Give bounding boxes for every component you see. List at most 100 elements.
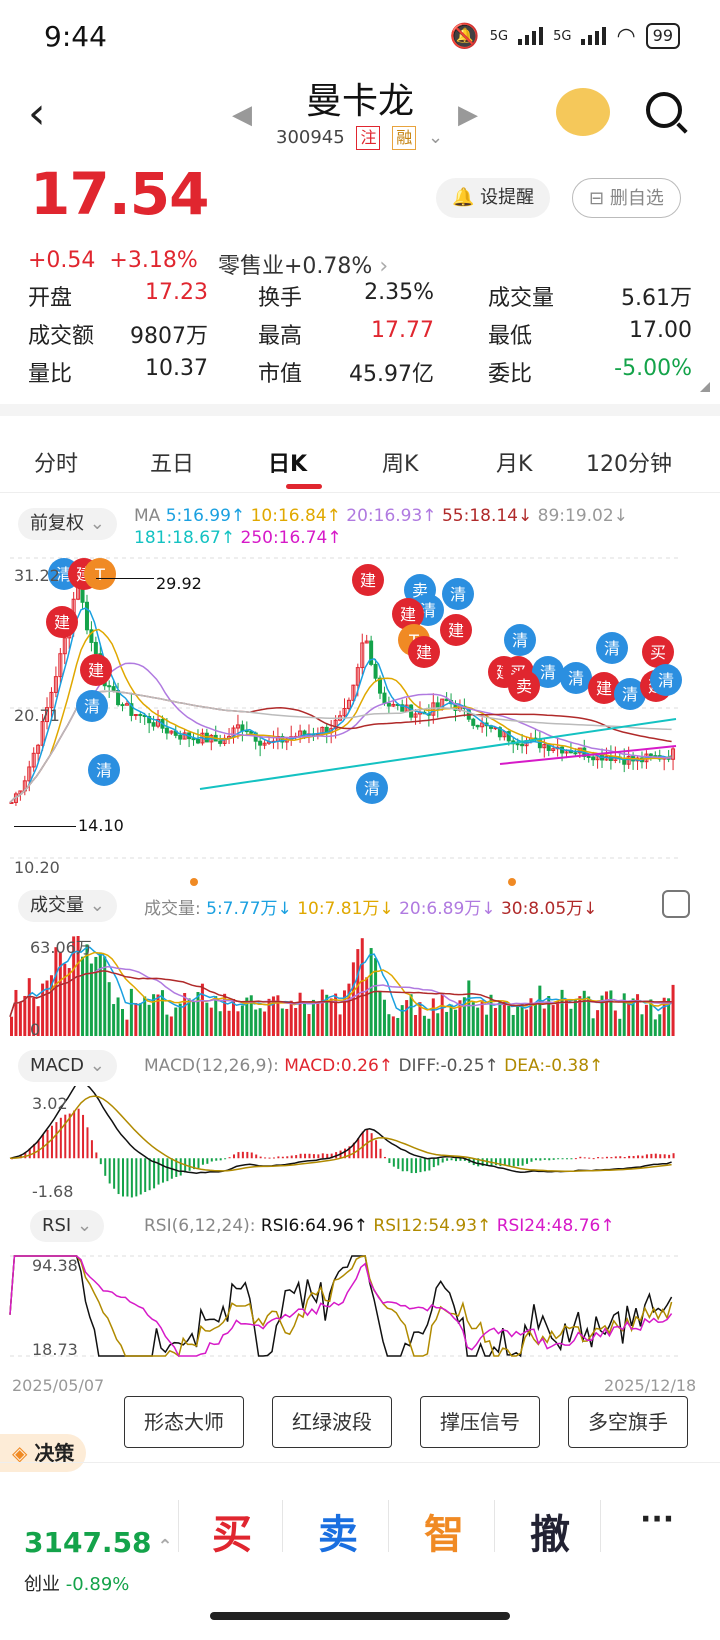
trade-marker[interactable]: 买	[642, 636, 674, 668]
trade-marker[interactable]: 建	[80, 654, 112, 686]
tool-button[interactable]: 红绿波段	[272, 1396, 392, 1448]
svg-text:建: 建	[54, 613, 70, 632]
volume-bar	[538, 985, 542, 1036]
tab-period[interactable]: 周K	[382, 446, 418, 478]
trade-marker[interactable]: T	[84, 558, 116, 590]
tab-period[interactable]: 五日	[150, 446, 194, 478]
volume-bar	[436, 1013, 440, 1036]
trade-marker[interactable]: 清	[504, 624, 536, 656]
macd-bar	[139, 1158, 142, 1195]
settings-icon[interactable]	[662, 890, 690, 918]
macd-bar	[286, 1156, 289, 1159]
status-bar: 9:44 🔕 5G 5G ◠ 99	[0, 0, 720, 80]
volume-bar	[485, 1014, 489, 1036]
tab-period[interactable]: 120分钟	[586, 446, 672, 478]
macd-chart[interactable]	[0, 1086, 720, 1206]
trade-marker[interactable]: 清	[650, 664, 682, 696]
stat-value: 9807万	[130, 324, 208, 349]
adjust-dropdown[interactable]: 前复权 ⌄	[18, 508, 117, 540]
svg-text:清: 清	[512, 631, 528, 650]
tab-period[interactable]: 日K	[268, 446, 307, 478]
stat-value: 45.97亿	[349, 362, 434, 387]
macd-bar	[370, 1133, 373, 1159]
index-value-text: 3147.58	[24, 1526, 152, 1559]
candle	[302, 730, 307, 736]
diff-value: DIFF:-0.25↑	[398, 1056, 499, 1076]
set-alert-label: 设提醒	[480, 187, 535, 208]
volume-bar	[258, 1008, 262, 1036]
rsi-dropdown[interactable]: RSI ⌄	[30, 1210, 105, 1242]
volume-bar	[254, 1009, 258, 1036]
more-button[interactable]: ···	[640, 1502, 674, 1537]
smart-button[interactable]: 智	[424, 1502, 464, 1560]
macd-bar	[446, 1158, 449, 1161]
set-alert-button[interactable]: 🔔 设提醒	[436, 178, 551, 218]
macd-bar	[130, 1158, 133, 1198]
buy-button[interactable]: 买	[212, 1502, 252, 1560]
macd-bar	[206, 1158, 209, 1164]
trade-marker[interactable]: 建	[440, 614, 472, 646]
tool-button[interactable]: 形态大师	[124, 1396, 244, 1448]
macd-bar	[410, 1158, 413, 1174]
macd-bar	[641, 1155, 644, 1159]
rsi-y-top: 94.38	[32, 1256, 78, 1275]
trade-marker[interactable]: 清	[442, 578, 474, 610]
tool-button[interactable]: 撑压信号	[420, 1396, 540, 1448]
macd-dropdown[interactable]: MACD ⌄	[18, 1050, 117, 1082]
tab-period[interactable]: 分时	[34, 446, 78, 478]
mascot-icon[interactable]	[556, 88, 610, 136]
volume-chart[interactable]	[0, 926, 720, 1046]
bell-icon: 🔔	[452, 187, 475, 208]
stat-value: 10.37	[145, 356, 208, 381]
ma-legend-row2: 181:18.67↑ 250:16.74↑	[134, 528, 342, 548]
remove-watchlist-button[interactable]: ⊟ 删自选	[572, 178, 681, 218]
trade-marker[interactable]: 清	[560, 662, 592, 694]
signal-bars-icon	[518, 27, 544, 45]
volume-bar	[445, 1011, 449, 1036]
stock-code-row[interactable]: 300945 注 融 ⌄	[276, 126, 443, 150]
trade-marker[interactable]: 建	[46, 606, 78, 638]
macd-bar	[419, 1158, 422, 1173]
trade-marker[interactable]: 清	[76, 690, 108, 722]
vol30-value: 30:8.05万↓	[500, 899, 598, 919]
index-value[interactable]: 3147.58 ⌃	[24, 1526, 173, 1559]
macd-bar	[610, 1157, 613, 1159]
macd-bar	[543, 1158, 546, 1160]
volume-bar	[414, 1014, 418, 1036]
kline-y-top: 31.22	[14, 566, 60, 585]
trade-marker[interactable]: 卖	[508, 670, 540, 702]
tool-button[interactable]: 多空旗手	[568, 1396, 688, 1448]
sector-link[interactable]: 零售业+0.78% ›	[218, 248, 388, 280]
sell-button[interactable]: 卖	[318, 1502, 358, 1560]
candle	[591, 756, 596, 761]
trade-marker[interactable]: 清	[88, 754, 120, 786]
candle	[191, 738, 196, 741]
trade-marker[interactable]: 建	[352, 564, 384, 596]
change-abs: +0.54	[28, 248, 96, 273]
volume-bar	[311, 999, 315, 1036]
trade-marker[interactable]: 清	[356, 772, 388, 804]
tab-period[interactable]: 月K	[496, 446, 532, 478]
expand-corner-icon[interactable]	[700, 382, 710, 392]
home-indicator[interactable]	[210, 1612, 510, 1620]
macd-bar	[281, 1156, 284, 1159]
low-mark-line	[14, 826, 76, 827]
macd-bar	[55, 1122, 58, 1159]
volume-bar	[533, 1003, 537, 1036]
cancel-order-button[interactable]: 撤	[530, 1502, 570, 1560]
stat-label: 市值	[258, 362, 303, 387]
volume-legend: 成交量: 5:7.77万↓ 10:7.81万↓ 20:6.89万↓ 30:8.0…	[144, 894, 597, 919]
event-dot[interactable]	[190, 878, 198, 886]
trade-marker[interactable]: 建	[408, 636, 440, 668]
macd-bar	[73, 1110, 76, 1159]
volume-bar	[360, 938, 364, 1036]
trade-marker[interactable]: 清	[596, 632, 628, 664]
stat-label: 量比	[28, 362, 73, 387]
rsi-chart[interactable]	[0, 1246, 720, 1366]
search-icon[interactable]	[646, 92, 682, 128]
event-dot[interactable]	[508, 878, 516, 886]
volume-dropdown[interactable]: 成交量 ⌄	[18, 890, 117, 922]
rsi-legend: RSI(6,12,24): RSI6:64.96↑ RSI12:54.93↑ R…	[144, 1216, 615, 1236]
volume-bar	[307, 1014, 311, 1036]
candle	[120, 704, 125, 707]
